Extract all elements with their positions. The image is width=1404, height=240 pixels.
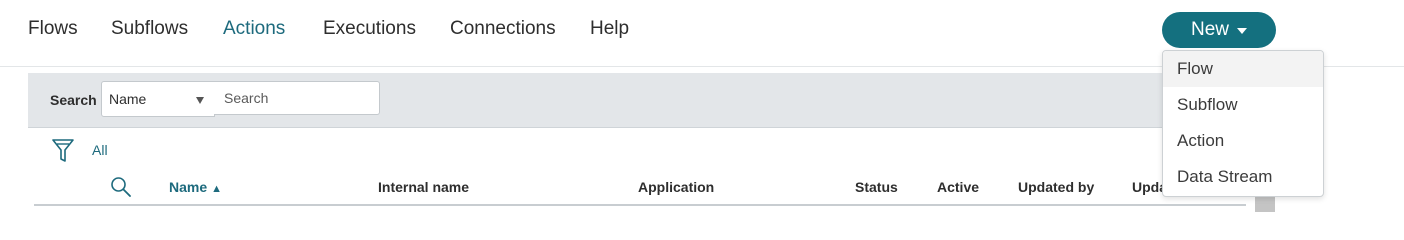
- search-input[interactable]: [214, 81, 380, 115]
- search-toolbar: Search Name: [28, 73, 1268, 128]
- menu-item-action[interactable]: Action: [1163, 123, 1323, 159]
- filter-all-link[interactable]: All: [92, 142, 108, 158]
- table-header-row: Name ▲ Internal name Application Status A…: [34, 166, 1246, 206]
- nav-executions[interactable]: Executions: [323, 18, 416, 40]
- nav-subflows[interactable]: Subflows: [111, 18, 188, 40]
- menu-item-subflow[interactable]: Subflow: [1163, 87, 1323, 123]
- search-field-value: Name: [109, 91, 147, 107]
- new-button[interactable]: New: [1162, 12, 1276, 48]
- column-header-active[interactable]: Active: [937, 179, 979, 195]
- funnel-icon[interactable]: [52, 138, 74, 169]
- column-header-name[interactable]: Name ▲: [169, 179, 222, 195]
- search-field-select[interactable]: Name: [101, 81, 215, 117]
- column-header-status[interactable]: Status: [855, 179, 898, 195]
- magnifier-icon[interactable]: [110, 176, 132, 203]
- new-button-label: New: [1190, 19, 1229, 40]
- column-name-label: Name: [169, 179, 208, 195]
- search-label: Search: [50, 92, 97, 108]
- column-header-internal-name[interactable]: Internal name: [378, 179, 469, 195]
- sort-ascending-icon: ▲: [211, 183, 223, 195]
- new-dropdown-menu: Flow Subflow Action Data Stream: [1162, 50, 1324, 197]
- nav-actions[interactable]: Actions: [223, 18, 285, 40]
- nav-flows[interactable]: Flows: [28, 18, 78, 40]
- nav-help[interactable]: Help: [590, 18, 629, 40]
- column-header-updated-by[interactable]: Updated by: [1018, 179, 1094, 195]
- vertical-scrollbar[interactable]: [1255, 195, 1275, 212]
- nav-connections[interactable]: Connections: [450, 18, 556, 40]
- menu-item-flow[interactable]: Flow: [1163, 51, 1323, 87]
- column-header-application[interactable]: Application: [638, 179, 714, 195]
- caret-down-icon: [1237, 28, 1247, 34]
- menu-item-data-stream[interactable]: Data Stream: [1163, 159, 1323, 195]
- dropdown-arrow-icon: [196, 97, 204, 104]
